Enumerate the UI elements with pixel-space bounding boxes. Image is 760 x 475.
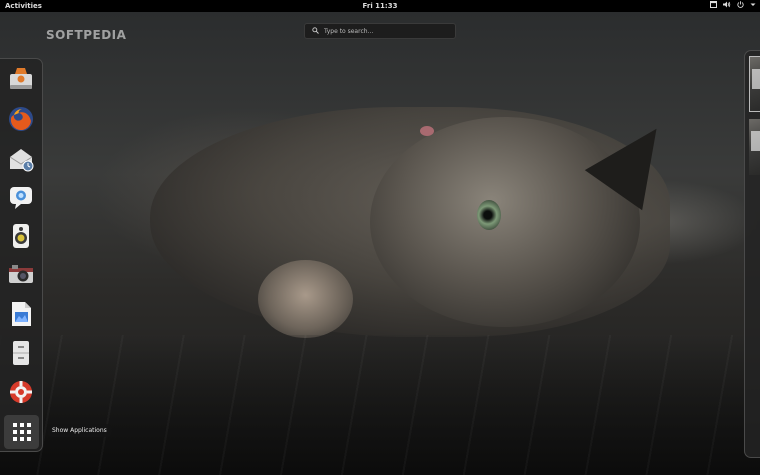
search-box[interactable] (304, 23, 456, 39)
mail-client-icon[interactable] (6, 144, 36, 174)
wallpaper-cat-eye (477, 200, 501, 230)
dash (0, 58, 43, 452)
volume-icon[interactable] (723, 0, 731, 12)
desktop-wallpaper (0, 12, 760, 475)
system-status-area[interactable] (710, 0, 756, 12)
camera-icon[interactable] (6, 259, 36, 289)
wallpaper-floor (0, 335, 760, 475)
search-icon (308, 26, 322, 36)
software-center-icon[interactable] (6, 64, 36, 94)
workspace-thumbnail[interactable] (749, 119, 760, 175)
search-input[interactable] (322, 27, 444, 35)
wallpaper-cat-nose (420, 126, 434, 136)
music-player-icon[interactable] (6, 221, 36, 251)
window-icon[interactable] (710, 0, 717, 12)
messaging-icon[interactable] (6, 182, 36, 212)
show-applications-icon[interactable] (4, 415, 39, 449)
help-icon[interactable] (6, 377, 36, 407)
softpedia-watermark: SOFTPEDIA (46, 28, 127, 42)
workspace-thumbnail[interactable] (749, 56, 760, 112)
wallpaper-cat-paw (258, 260, 353, 338)
image-viewer-icon[interactable] (6, 299, 36, 329)
file-manager-icon[interactable] (6, 338, 36, 368)
power-icon[interactable] (737, 0, 744, 12)
firefox-icon[interactable] (6, 104, 36, 134)
show-applications-tooltip: Show Applications (47, 424, 112, 437)
clock[interactable]: Fri 11:33 (0, 0, 760, 12)
workspace-switcher (744, 50, 760, 458)
dropdown-arrow-icon[interactable] (750, 0, 756, 12)
top-bar: Activities Fri 11:33 (0, 0, 760, 12)
